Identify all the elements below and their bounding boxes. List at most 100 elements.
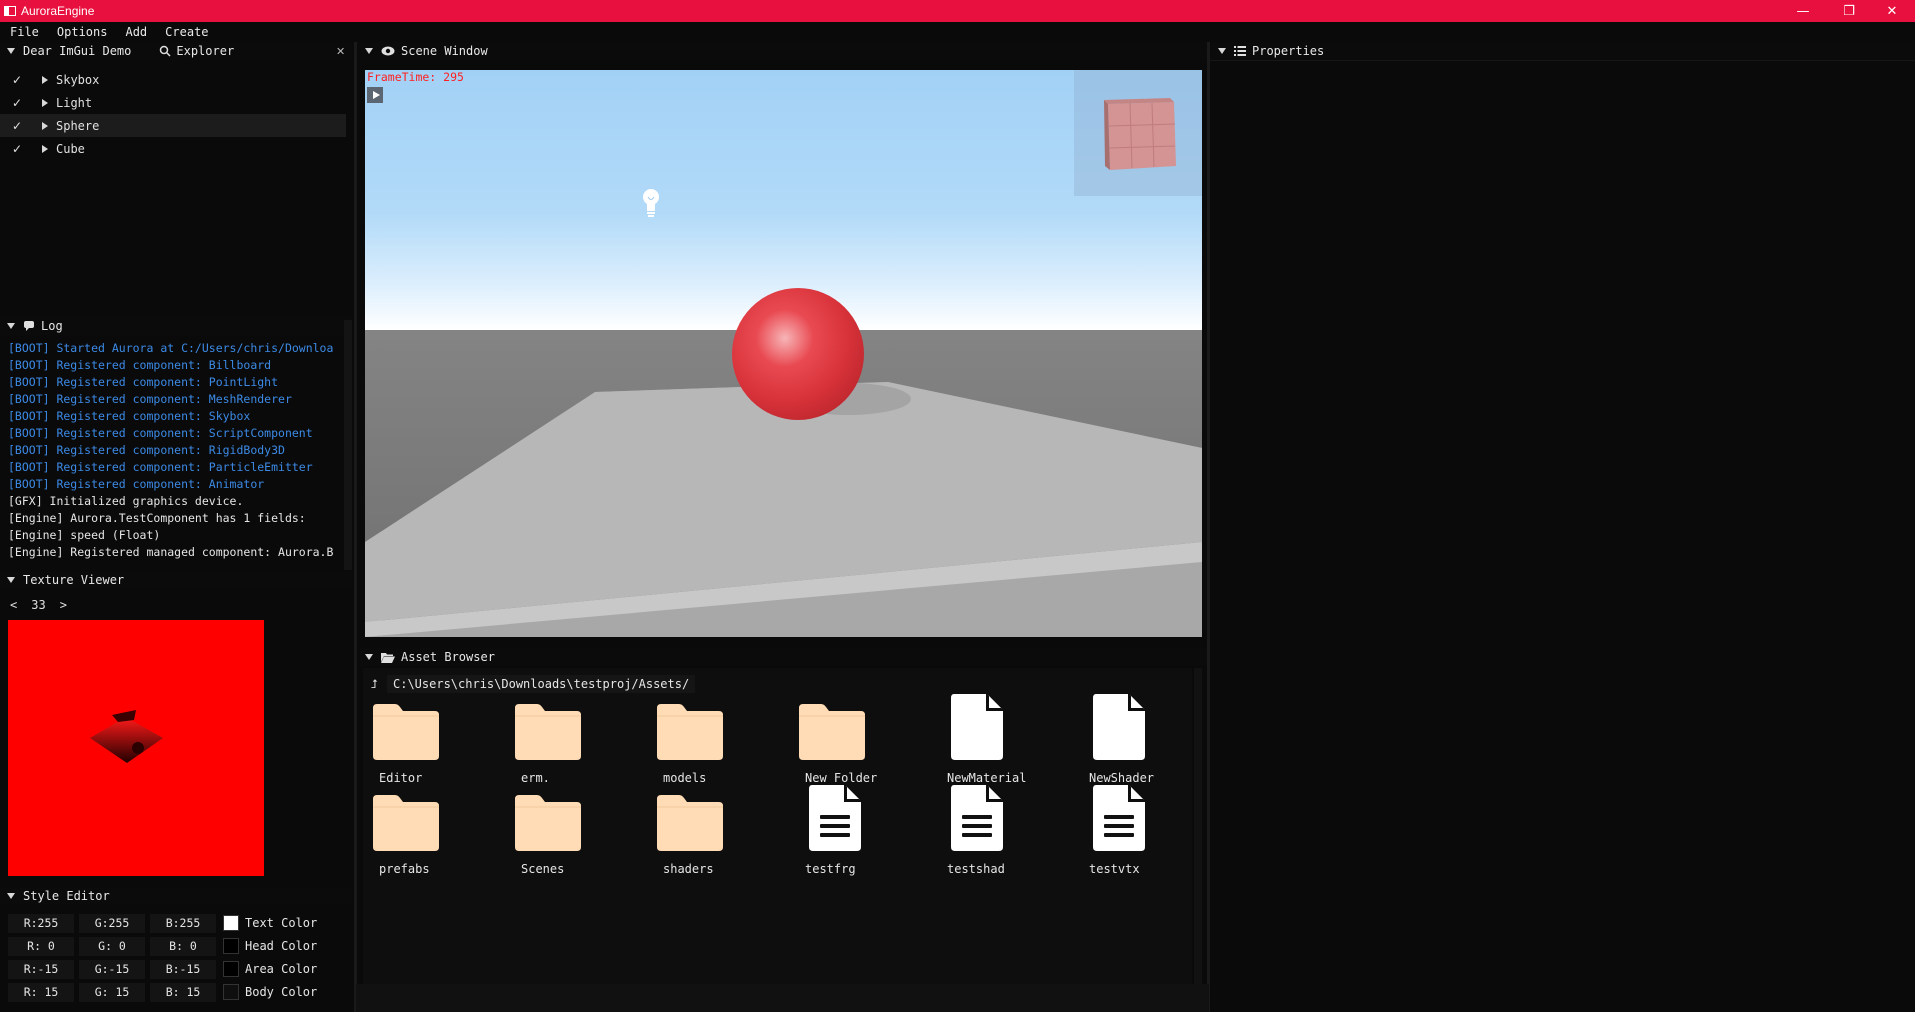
visible-check-icon[interactable]: ✓ [8, 117, 26, 135]
expand-arrow-icon[interactable] [42, 121, 48, 130]
collapse-icon[interactable] [7, 48, 15, 54]
visible-check-icon[interactable]: ✓ [8, 71, 26, 89]
style-row-text-color: R:255 G:255 B:255 Text Color [8, 913, 317, 933]
left-splitter[interactable] [354, 42, 357, 1012]
left-tab-bar: Dear ImGui Demo Explorer ✕ [0, 42, 352, 60]
scene-viewport[interactable]: FrameTime: 295 [365, 70, 1202, 637]
asset-path-field[interactable]: C:\Users\chris\Downloads\testproj/Assets… [387, 675, 696, 693]
color-swatch[interactable] [223, 915, 239, 931]
texture-prev-button[interactable]: < [10, 598, 17, 612]
light-bulb-icon[interactable] [641, 188, 661, 218]
asset-testshad[interactable]: testshad [939, 785, 1059, 881]
close-tab-icon[interactable]: ✕ [336, 45, 345, 58]
blue-field[interactable]: B: 15 [150, 982, 216, 1002]
view-gizmo[interactable] [1074, 70, 1202, 196]
comment-icon [24, 321, 34, 331]
asset-models[interactable]: models [655, 700, 775, 790]
style-row-area-color: R:-15 G:-15 B:-15 Area Color [8, 959, 317, 979]
collapse-icon[interactable] [7, 893, 15, 899]
blue-field[interactable]: B:-15 [150, 959, 216, 979]
asset-path-bar: ⮥ C:\Users\chris\Downloads\testproj/Asse… [363, 674, 1192, 694]
blue-field[interactable]: B: 0 [150, 936, 216, 956]
green-field[interactable]: G: 0 [79, 936, 145, 956]
collapse-icon[interactable] [7, 577, 15, 583]
sphere-object[interactable] [732, 288, 864, 420]
menu-options[interactable]: Options [57, 25, 108, 39]
app-icon [4, 6, 16, 16]
blue-field[interactable]: B:255 [150, 913, 216, 933]
log-line: [Engine] speed (Float) [8, 528, 161, 542]
expand-arrow-icon[interactable] [42, 144, 48, 153]
red-field[interactable]: R: 15 [8, 982, 74, 1002]
texture-index: 33 [31, 598, 46, 612]
asset-label: New Folder [805, 771, 878, 785]
log-line: [BOOT] Registered component: MeshRendere… [8, 392, 292, 406]
asset-scenes[interactable]: Scenes [513, 791, 633, 881]
tab-explorer[interactable]: Explorer [159, 44, 234, 58]
red-field[interactable]: R: 0 [8, 936, 74, 956]
tree-item-skybox[interactable]: ✓ Skybox [0, 68, 352, 91]
asset-erm[interactable]: erm. [513, 700, 633, 790]
log-output: [BOOT] Started Aurora at C:/Users/chris/… [0, 340, 352, 562]
properties-header[interactable]: Properties [1211, 42, 1915, 60]
expand-arrow-icon[interactable] [42, 75, 48, 84]
asset-testvtx[interactable]: testvtx [1081, 785, 1201, 881]
scene-window-header[interactable]: Scene Window [358, 42, 1207, 60]
folder-icon [657, 704, 723, 760]
minimize-button[interactable]: — [1780, 0, 1826, 22]
asset-newmaterial[interactable]: NewMaterial [939, 694, 1059, 790]
visible-check-icon[interactable]: ✓ [8, 94, 26, 112]
play-button[interactable] [367, 87, 383, 103]
asset-browser-header[interactable]: Asset Browser [358, 648, 1207, 666]
asset-prefabs[interactable]: prefabs [371, 791, 491, 881]
texture-nav: < 33 > [10, 598, 81, 612]
folder-icon [515, 795, 581, 851]
tree-item-cube[interactable]: ✓ Cube [0, 137, 352, 160]
green-field[interactable]: G: 15 [79, 982, 145, 1002]
restore-button[interactable]: ❐ [1826, 0, 1872, 22]
texture-next-button[interactable]: > [60, 598, 67, 612]
tab-dear-imgui-demo[interactable]: Dear ImGui Demo [23, 44, 131, 58]
green-field[interactable]: G:-15 [79, 959, 145, 979]
collapse-icon[interactable] [7, 323, 15, 329]
log-line: [BOOT] Registered component: Animator [8, 477, 265, 491]
texture-preview [8, 620, 264, 876]
tree-item-light[interactable]: ✓ Light [0, 91, 352, 114]
tree-item-sphere[interactable]: ✓ Sphere [0, 114, 346, 137]
menu-add[interactable]: Add [125, 25, 147, 39]
log-line: [BOOT] Registered component: RigidBody3D [8, 443, 285, 457]
visible-check-icon[interactable]: ✓ [8, 140, 26, 158]
text-file-icon [809, 785, 861, 851]
asset-label: testfrg [805, 862, 856, 876]
color-swatch[interactable] [223, 984, 239, 1000]
asset-label: erm. [521, 771, 550, 785]
collapse-icon[interactable] [365, 48, 373, 54]
right-splitter[interactable] [1207, 42, 1210, 1012]
style-label: Head Color [245, 939, 318, 953]
texture-viewer-title: Texture Viewer [23, 573, 125, 587]
asset-scrollbar[interactable] [1194, 668, 1202, 984]
close-button[interactable]: ✕ [1869, 0, 1915, 22]
tab-explorer-label: Explorer [176, 44, 235, 58]
green-field[interactable]: G:255 [79, 913, 145, 933]
red-field[interactable]: R:-15 [8, 959, 74, 979]
navigate-up-icon[interactable]: ⮥ [365, 677, 383, 692]
asset-newshader[interactable]: NewShader [1081, 694, 1201, 790]
log-header[interactable]: Log [0, 317, 352, 335]
asset-new-folder[interactable]: New Folder [797, 700, 917, 790]
asset-shaders[interactable]: shaders [655, 791, 775, 881]
menu-create[interactable]: Create [165, 25, 208, 39]
collapse-icon[interactable] [365, 654, 373, 660]
asset-editor[interactable]: Editor [371, 700, 491, 790]
color-swatch[interactable] [223, 961, 239, 977]
log-line: [BOOT] Started Aurora at C:/Users/chris/… [8, 341, 334, 355]
texture-viewer-header[interactable]: Texture Viewer [0, 571, 352, 589]
red-field[interactable]: R:255 [8, 913, 74, 933]
expand-arrow-icon[interactable] [42, 98, 48, 107]
log-line: [Engine] Aurora.TestComponent has 1 fiel… [8, 511, 306, 525]
style-editor-header[interactable]: Style Editor [0, 887, 352, 905]
menu-file[interactable]: File [10, 25, 39, 39]
asset-testfrg[interactable]: testfrg [797, 785, 917, 881]
collapse-icon[interactable] [1218, 48, 1226, 54]
color-swatch[interactable] [223, 938, 239, 954]
